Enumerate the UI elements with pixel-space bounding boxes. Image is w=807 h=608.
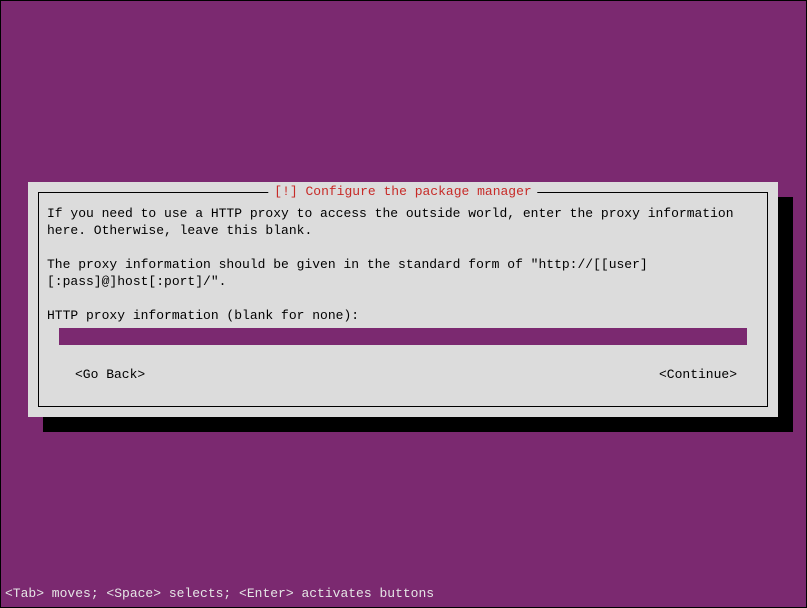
go-back-button[interactable]: <Go Back> — [75, 367, 145, 382]
nav-row: <Go Back> <Continue> — [47, 367, 759, 382]
dialog: [!] Configure the package manager If you… — [28, 182, 778, 417]
input-prompt: HTTP proxy information (blank for none): — [47, 307, 759, 324]
dialog-content: If you need to use a HTTP proxy to acces… — [47, 205, 759, 324]
dialog-border: [!] Configure the package manager If you… — [38, 192, 768, 407]
instruction-para-2: The proxy information should be given in… — [47, 256, 759, 290]
input-container — [59, 328, 747, 345]
continue-button[interactable]: <Continue> — [659, 367, 737, 382]
instruction-para-1: If you need to use a HTTP proxy to acces… — [47, 205, 759, 239]
status-bar: <Tab> moves; <Space> selects; <Enter> ac… — [5, 586, 434, 601]
dialog-title: [!] Configure the package manager — [268, 184, 537, 199]
http-proxy-input[interactable] — [59, 328, 747, 345]
